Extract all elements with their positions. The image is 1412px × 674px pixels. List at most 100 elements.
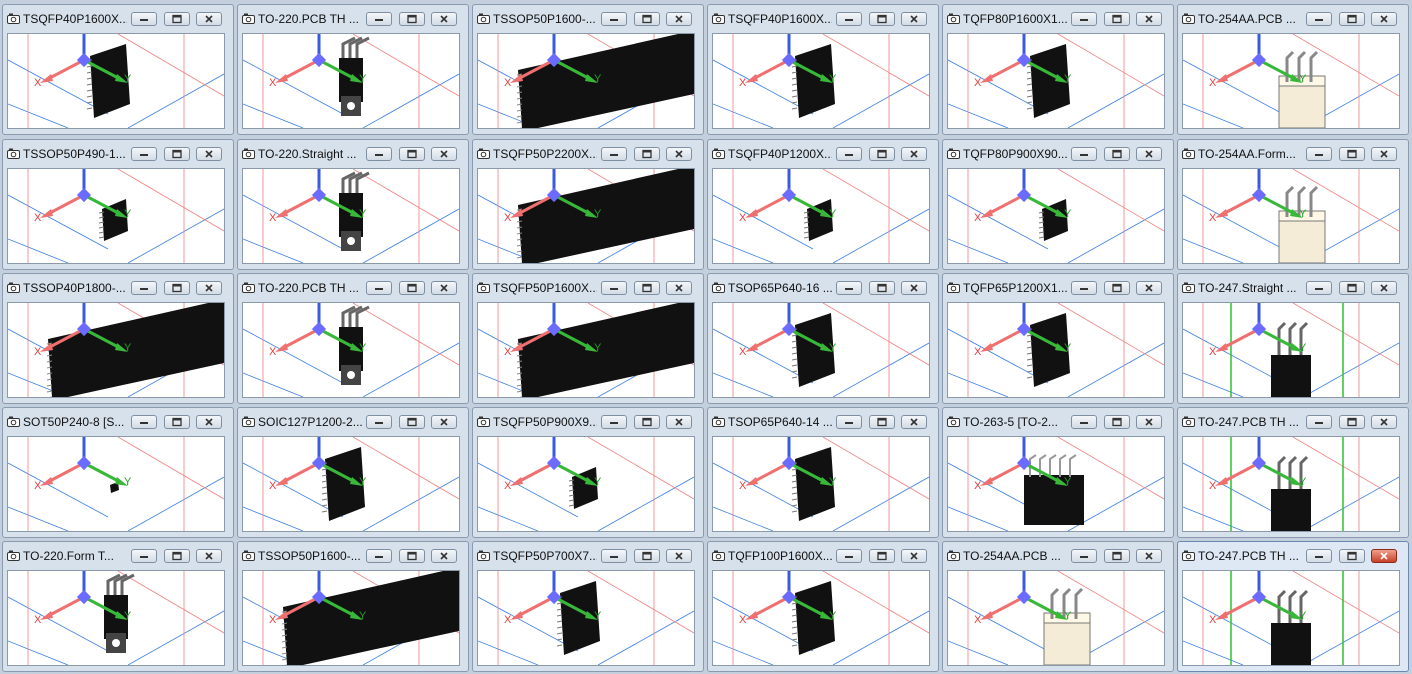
- viewport-canvas[interactable]: XY: [948, 303, 1164, 397]
- restore-button[interactable]: [1104, 549, 1130, 563]
- viewport-window[interactable]: TQFP100P1600X... X Y: [707, 541, 939, 672]
- 3d-viewport[interactable]: XY: [947, 33, 1165, 129]
- minimize-button[interactable]: [1306, 281, 1332, 295]
- close-button[interactable]: [1136, 147, 1162, 161]
- viewport-canvas[interactable]: XY: [8, 34, 224, 128]
- restore-button[interactable]: [1339, 281, 1365, 295]
- minimize-button[interactable]: [131, 147, 157, 161]
- viewport-canvas[interactable]: XY: [478, 34, 694, 128]
- 3d-viewport[interactable]: XY: [712, 302, 930, 398]
- restore-button[interactable]: [399, 12, 425, 26]
- viewport-canvas[interactable]: XY: [713, 169, 929, 263]
- close-button[interactable]: [666, 415, 692, 429]
- 3d-viewport[interactable]: XY: [7, 302, 225, 398]
- viewport-canvas[interactable]: XY: [243, 437, 459, 531]
- window-titlebar[interactable]: TSSOP50P490-1...: [3, 140, 233, 166]
- restore-button[interactable]: [869, 281, 895, 295]
- restore-button[interactable]: [634, 12, 660, 26]
- 3d-viewport[interactable]: XY: [1182, 570, 1400, 666]
- minimize-button[interactable]: [836, 147, 862, 161]
- close-button[interactable]: [901, 147, 927, 161]
- viewport-window[interactable]: TSQFP50P2200X... X Y: [472, 139, 704, 270]
- viewport-window[interactable]: TO-254AA.PCB ... X Y: [1177, 4, 1409, 135]
- window-titlebar[interactable]: TQFP65P1200X1...: [943, 274, 1173, 300]
- close-button[interactable]: [1371, 415, 1397, 429]
- viewport-window[interactable]: TO-263-5 [TO-2... X Y: [942, 407, 1174, 538]
- viewport-canvas[interactable]: XY: [243, 571, 459, 665]
- restore-button[interactable]: [164, 147, 190, 161]
- viewport-window[interactable]: TSSOP40P1800-... X Y: [2, 273, 234, 404]
- restore-button[interactable]: [399, 281, 425, 295]
- restore-button[interactable]: [399, 147, 425, 161]
- 3d-viewport[interactable]: XY: [477, 570, 695, 666]
- restore-button[interactable]: [399, 415, 425, 429]
- window-titlebar[interactable]: TO-263-5 [TO-2...: [943, 408, 1173, 434]
- 3d-viewport[interactable]: XY: [1182, 436, 1400, 532]
- restore-button[interactable]: [634, 281, 660, 295]
- viewport-window[interactable]: TO-254AA.PCB ... X Y: [942, 541, 1174, 672]
- viewport-window[interactable]: TSQFP40P1600X... X Y: [707, 4, 939, 135]
- minimize-button[interactable]: [601, 281, 627, 295]
- restore-button[interactable]: [164, 281, 190, 295]
- close-button[interactable]: [1136, 281, 1162, 295]
- close-button[interactable]: [901, 281, 927, 295]
- minimize-button[interactable]: [1306, 549, 1332, 563]
- viewport-window[interactable]: TO-220.PCB TH ... X Y: [237, 4, 469, 135]
- close-button[interactable]: [196, 12, 222, 26]
- minimize-button[interactable]: [601, 549, 627, 563]
- close-button[interactable]: [196, 147, 222, 161]
- viewport-canvas[interactable]: XY: [1183, 169, 1399, 263]
- 3d-viewport[interactable]: XY: [7, 570, 225, 666]
- viewport-window[interactable]: TSQFP40P1200X... X Y: [707, 139, 939, 270]
- close-button[interactable]: [666, 147, 692, 161]
- minimize-button[interactable]: [131, 281, 157, 295]
- 3d-viewport[interactable]: XY: [947, 302, 1165, 398]
- close-button[interactable]: [1371, 12, 1397, 26]
- window-titlebar[interactable]: TQFP80P1600X1...: [943, 5, 1173, 31]
- window-titlebar[interactable]: TSOP65P640-16 ...: [708, 274, 938, 300]
- viewport-window[interactable]: TO-220.Straight ... X Y: [237, 139, 469, 270]
- minimize-button[interactable]: [131, 549, 157, 563]
- viewport-window[interactable]: TQFP80P1600X1... X Y: [942, 4, 1174, 135]
- window-titlebar[interactable]: TO-220.PCB TH ...: [238, 5, 468, 31]
- viewport-window[interactable]: TSSOP50P1600-... X Y: [237, 541, 469, 672]
- minimize-button[interactable]: [366, 281, 392, 295]
- viewport-window[interactable]: SOIC127P1200-2... X Y: [237, 407, 469, 538]
- 3d-viewport[interactable]: XY: [7, 436, 225, 532]
- viewport-window[interactable]: TSSOP50P1600-... X Y: [472, 4, 704, 135]
- minimize-button[interactable]: [1306, 415, 1332, 429]
- close-button[interactable]: [666, 549, 692, 563]
- close-button[interactable]: [1371, 549, 1397, 563]
- viewport-canvas[interactable]: XY: [1183, 571, 1399, 665]
- viewport-window[interactable]: TSQFP50P900X9... X Y: [472, 407, 704, 538]
- viewport-window[interactable]: TO-220.PCB TH ... X Y: [237, 273, 469, 404]
- window-titlebar[interactable]: TSSOP50P1600-...: [473, 5, 703, 31]
- minimize-button[interactable]: [1071, 12, 1097, 26]
- window-titlebar[interactable]: TO-254AA.Form...: [1178, 140, 1408, 166]
- minimize-button[interactable]: [366, 147, 392, 161]
- restore-button[interactable]: [1339, 549, 1365, 563]
- viewport-canvas[interactable]: XY: [948, 437, 1164, 531]
- window-titlebar[interactable]: TSQFP40P1200X...: [708, 140, 938, 166]
- 3d-viewport[interactable]: XY: [712, 168, 930, 264]
- restore-button[interactable]: [1104, 415, 1130, 429]
- 3d-viewport[interactable]: XY: [712, 570, 930, 666]
- viewport-canvas[interactable]: XY: [243, 303, 459, 397]
- restore-button[interactable]: [869, 415, 895, 429]
- restore-button[interactable]: [1104, 281, 1130, 295]
- viewport-window[interactable]: TSQFP40P1600X... X Y: [2, 4, 234, 135]
- 3d-viewport[interactable]: XY: [477, 302, 695, 398]
- close-button[interactable]: [901, 415, 927, 429]
- 3d-viewport[interactable]: XY: [712, 436, 930, 532]
- window-titlebar[interactable]: TQFP80P900X90...: [943, 140, 1173, 166]
- window-titlebar[interactable]: TO-220.Straight ...: [238, 140, 468, 166]
- close-button[interactable]: [1136, 12, 1162, 26]
- restore-button[interactable]: [164, 12, 190, 26]
- 3d-viewport[interactable]: XY: [477, 33, 695, 129]
- close-button[interactable]: [431, 415, 457, 429]
- close-button[interactable]: [666, 12, 692, 26]
- viewport-canvas[interactable]: XY: [948, 169, 1164, 263]
- restore-button[interactable]: [1104, 147, 1130, 161]
- 3d-viewport[interactable]: XY: [242, 168, 460, 264]
- window-titlebar[interactable]: TQFP100P1600X...: [708, 542, 938, 568]
